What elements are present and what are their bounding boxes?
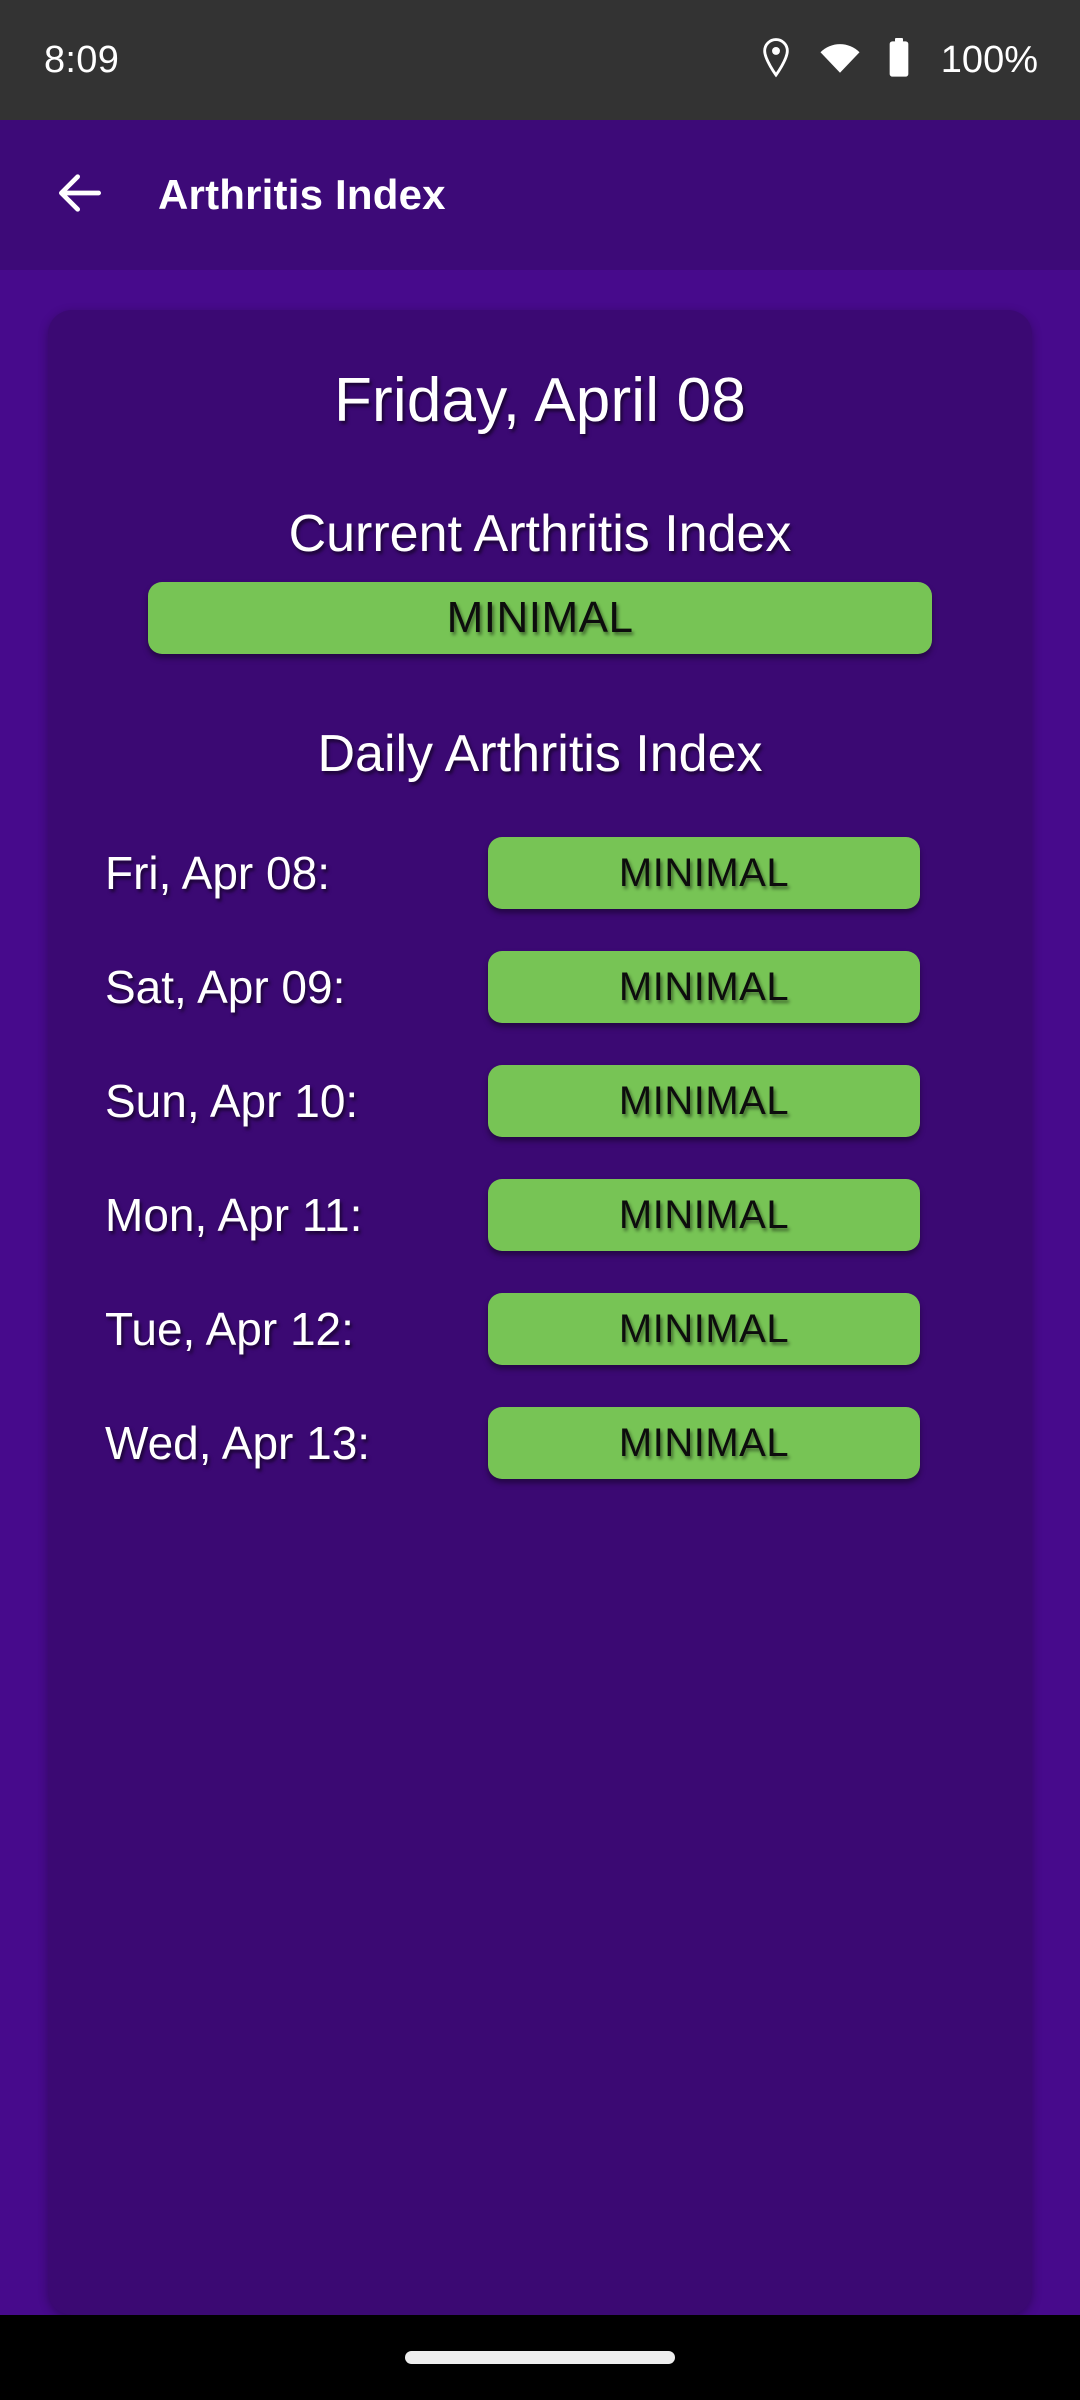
daily-row: Fri, Apr 08: MINIMAL — [48, 816, 1032, 930]
daily-row-badge[interactable]: MINIMAL — [488, 951, 920, 1023]
card-date-title: Friday, April 08 — [333, 366, 747, 435]
wifi-icon — [819, 42, 861, 79]
daily-row-value: MINIMAL — [618, 1420, 790, 1465]
daily-row-value: MINIMAL — [618, 964, 790, 1009]
daily-row-label: Mon, Apr 11: — [105, 1189, 363, 1241]
daily-row-value: MINIMAL — [618, 850, 790, 895]
back-arrow-icon — [52, 165, 108, 226]
daily-index-heading: Daily Arthritis Index — [317, 725, 763, 783]
current-index-heading: Current Arthritis Index — [288, 505, 792, 563]
daily-row-value: MINIMAL — [618, 1078, 790, 1123]
daily-row-badge[interactable]: MINIMAL — [488, 837, 920, 909]
home-gesture-pill[interactable] — [405, 2351, 675, 2364]
daily-row: Mon, Apr 11: MINIMAL — [48, 1158, 1032, 1272]
phone-screen: 8:09 100% Arthritis Index Friday, April … — [0, 0, 1080, 2400]
daily-row-badge[interactable]: MINIMAL — [488, 1407, 920, 1479]
app-bar: Arthritis Index — [0, 120, 1080, 270]
battery-percent-label: 100% — [940, 39, 1038, 81]
daily-row-value: MINIMAL — [618, 1192, 790, 1237]
page-title: Arthritis Index — [158, 171, 446, 218]
status-bar-icons: 100% — [759, 37, 1038, 83]
daily-row: Sat, Apr 09: MINIMAL — [48, 930, 1032, 1044]
daily-row-label: Fri, Apr 08: — [105, 847, 330, 899]
system-navigation-bar — [0, 2315, 1080, 2400]
daily-index-list: Fri, Apr 08: MINIMAL Sat, Apr 09: MINIMA… — [48, 816, 1032, 1500]
daily-row-label: Wed, Apr 13: — [105, 1417, 371, 1469]
current-index-badge[interactable]: MINIMAL — [148, 582, 932, 654]
daily-row: Tue, Apr 12: MINIMAL — [48, 1272, 1032, 1386]
arthritis-index-card: Friday, April 08 Current Arthritis Index… — [48, 310, 1032, 2315]
daily-row-label: Sat, Apr 09: — [105, 961, 346, 1013]
daily-row-badge[interactable]: MINIMAL — [488, 1293, 920, 1365]
current-index-pill-row: MINIMAL — [48, 582, 1032, 654]
status-bar: 8:09 100% — [0, 0, 1080, 120]
daily-row: Sun, Apr 10: MINIMAL — [48, 1044, 1032, 1158]
daily-row-label: Tue, Apr 12: — [105, 1303, 354, 1355]
daily-row-value: MINIMAL — [618, 1306, 790, 1351]
back-button[interactable] — [32, 147, 128, 243]
daily-row: Wed, Apr 13: MINIMAL — [48, 1386, 1032, 1500]
daily-row-badge[interactable]: MINIMAL — [488, 1179, 920, 1251]
location-pin-icon — [759, 37, 793, 83]
daily-row-label: Sun, Apr 10: — [105, 1075, 359, 1127]
status-bar-clock: 8:09 — [44, 39, 120, 81]
current-index-value: MINIMAL — [446, 593, 634, 642]
battery-icon — [887, 37, 911, 83]
daily-row-badge[interactable]: MINIMAL — [488, 1065, 920, 1137]
